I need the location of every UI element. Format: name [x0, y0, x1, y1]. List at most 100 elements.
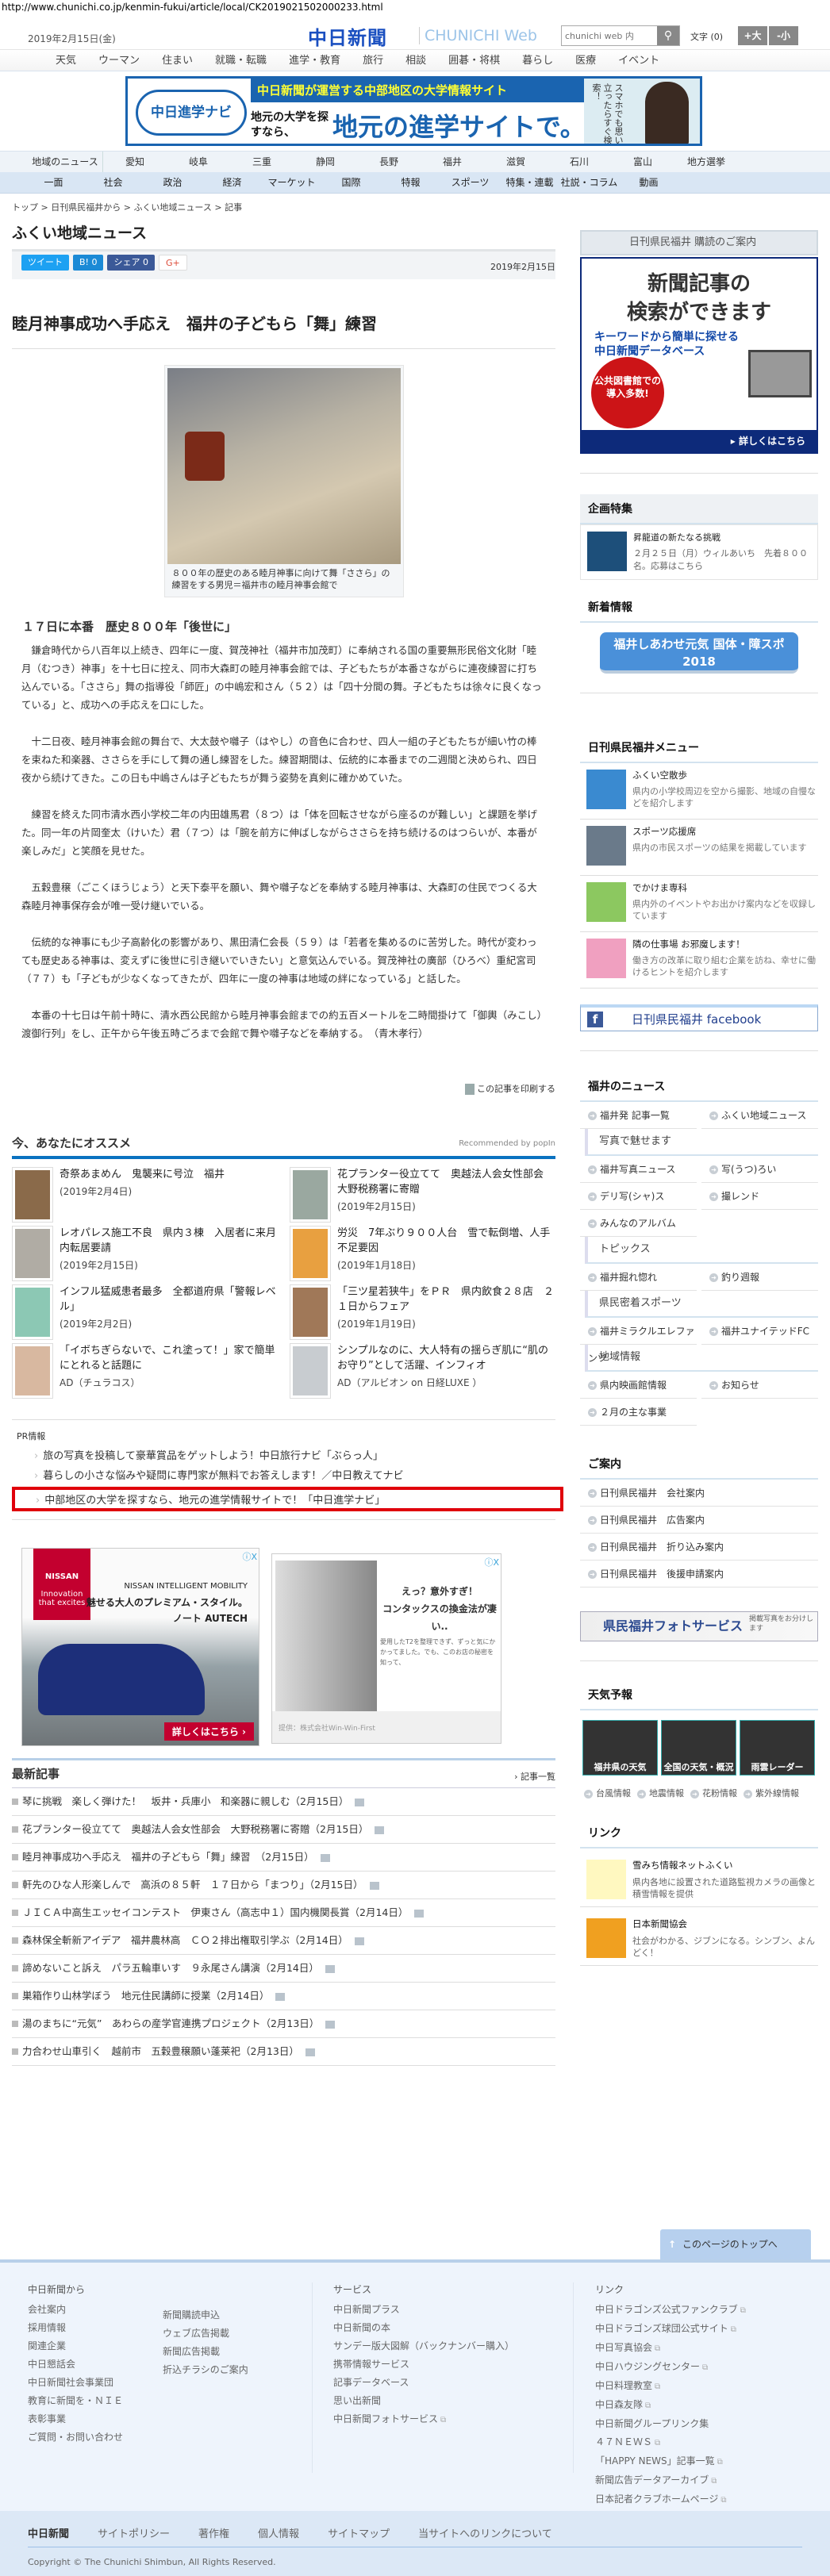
pr-item-highlighted[interactable]: 中部地区の大学を探すなら、地元の進学情報サイトで！「中日進学ナビ」 [12, 1487, 563, 1511]
side-link-title[interactable]: 日本新聞協会 [632, 1918, 818, 1930]
facebook-share-button[interactable]: シェア 0 [107, 255, 155, 271]
recommend-title[interactable]: 花プランター役立てて 奥越法人会女性部会 大野税務署に寄贈 [337, 1169, 554, 1196]
footer-link[interactable]: ウェブ広告掲載 [163, 2325, 248, 2343]
print-link[interactable]: この記事を印刷する [12, 1082, 555, 1095]
latest-article-row[interactable]: ＪＩＣＡ中高生エッセイコンテスト 伊東さん（高志中１）国内機関長賞（2月14日） [12, 1899, 555, 1927]
footer-link[interactable]: 中日料理教室 [595, 2377, 746, 2396]
latest-article-row[interactable]: 森林保全斬新アイデア 福井農林高 ＣＯ２排出権取引学ぶ（2月14日） [12, 1927, 555, 1955]
recommend-title[interactable]: 労災 7年ぶり９００人台 雪で転倒増、人手不足要因 [337, 1227, 550, 1254]
category-nav-item[interactable]: 国際 [321, 172, 381, 193]
footer-link[interactable]: 新聞広告掲載 [163, 2343, 248, 2361]
db-ad-more[interactable]: ▸ 詳しくはこちら [731, 430, 805, 452]
latest-article-row[interactable]: 花プランター役立てて 奥越法人会女性部会 大野税務署に寄贈（2月15日） [12, 1816, 555, 1844]
footer-link[interactable]: 新聞購読申込 [163, 2306, 248, 2325]
top-nav-item[interactable]: 進学・教育 [289, 50, 340, 71]
footer-link[interactable]: 中日新聞の本 [333, 2319, 514, 2337]
latest-article-title[interactable]: 湯のまちに“元気” あわらの産学官連携プロジェクト（2月13日） [22, 2017, 319, 2029]
menu-item[interactable]: 隣の仕事場 お邪魔します！ 働き方の改革に取り組む企業を訪ね、幸せに働けるヒントを… [580, 932, 818, 989]
menu-item[interactable]: スポーツ応援席 県内の市民スポーツの結果を掲載しています [580, 820, 818, 876]
kikaku-item[interactable]: 昇龍道の新たなる挑戦 ２月２５日（月）ウィルあいち 先着８００名。応募はこちら [580, 524, 818, 580]
region-nav-label[interactable]: 地域のニュース [0, 152, 103, 172]
menu-item-title[interactable]: でかけま専科 [632, 882, 818, 894]
menu-item[interactable]: でかけま専科 県内外のイベントやお出かけ案内などを収録しています [580, 876, 818, 932]
search-input[interactable] [562, 26, 657, 45]
side-link-item[interactable]: 雪みち情報ネットふくい 県内各地に設置された道路監視カメラの画像と積雪情報を提供 [580, 1849, 818, 1907]
top-nav-item[interactable]: 医療 [575, 50, 596, 71]
region-nav-item[interactable]: 岐阜 [167, 152, 230, 172]
weather-link[interactable]: 地震情報 [637, 1787, 684, 1799]
category-nav-item[interactable]: 特報 [381, 172, 440, 193]
latest-article-title[interactable]: 諦めないこと訴え パラ五輪車いす ９永尾さん講演（2月14日） [22, 1962, 319, 1974]
fukui-news-link[interactable]: ２月の主な事業 [580, 1399, 697, 1426]
nissan-cta-button[interactable]: 詳しくはこちら › [163, 1722, 254, 1741]
region-nav-item[interactable]: 福井 [421, 152, 484, 172]
font-smaller-button[interactable]: -小 [769, 26, 798, 45]
footer-link[interactable]: 折込チラシのご案内 [163, 2361, 248, 2379]
weather-tile[interactable]: 全国の天気・概況 [661, 1720, 736, 1776]
footer-bottom-link[interactable]: 個人情報 [258, 2525, 299, 2540]
footer-link[interactable]: 携帯情報サービス [333, 2355, 514, 2374]
pr-item[interactable]: 暮らしの小さな悩みや疑問に専門家が無料でお答えします！／中日教えてナビ [34, 1467, 555, 1482]
footer-bottom-link[interactable]: 著作権 [198, 2525, 229, 2540]
footer-bottom-link[interactable]: サイトマップ [328, 2525, 390, 2540]
top-nav-item[interactable]: 旅行 [363, 50, 383, 71]
footer-link[interactable]: 中日ハウジングセンター [595, 2358, 746, 2377]
contax-ad[interactable]: えっ？意外すぎ！ コンタックスの換金法が凄い.. 愛用したT2を整理できず、ずっと… [271, 1553, 501, 1744]
side-link-title[interactable]: 雪みち情報ネットふくい [632, 1860, 818, 1872]
category-nav-item[interactable]: 動画 [619, 172, 678, 193]
breadcrumb-item[interactable]: 日刊県民福井から [51, 202, 121, 213]
footer-link[interactable]: 中日新聞プラス [333, 2301, 514, 2319]
fukui-news-link[interactable]: デリ写(シャ)ス [580, 1183, 697, 1210]
recommend-item[interactable]: 「イボちぎらないで、これ塗って！」家で簡単にとれると話題に AD（チュラコス） [12, 1343, 278, 1402]
footer-link[interactable]: サンデー版大図解（バックナンバー購入） [333, 2337, 514, 2355]
latest-article-title[interactable]: 琴に挑戦 楽しく弾けた！ 坂井・兵庫小 和楽器に親しむ（2月15日） [22, 1795, 348, 1807]
shingaku-navi-banner[interactable]: 中日進学ナビ 中日新聞が運営する中部地区の大学情報サイト 地元の大学を探すなら、… [125, 76, 702, 146]
category-nav-item[interactable]: 経済 [202, 172, 262, 193]
latest-article-title[interactable]: 睦月神事成功へ手応え 福井の子どもら「舞」練習 （2月15日） [22, 1851, 314, 1863]
fukui-news-link[interactable]: 釣り週報 [701, 1264, 818, 1291]
region-nav-item[interactable]: 長野 [357, 152, 421, 172]
hatena-button[interactable]: B! 0 [73, 255, 104, 271]
footer-link[interactable]: ご質問・お問い合わせ [28, 2428, 123, 2447]
footer-bottom-link[interactable]: サイトポリシー [98, 2525, 170, 2540]
fukui-news-link[interactable]: 福井ユナイテッドFC [701, 1318, 818, 1345]
breadcrumb-item[interactable]: ふくい地域ニュース [133, 202, 211, 213]
latest-article-row[interactable]: 湯のまちに“元気” あわらの産学官連携プロジェクト（2月13日） [12, 2010, 555, 2038]
top-nav-item[interactable]: 住まい [162, 50, 193, 71]
category-nav-item[interactable]: マーケット [262, 172, 321, 193]
recommend-item[interactable]: シンプルなのに、大人特有の揺らぎ肌に“肌のお守り”として活躍、インフィオ AD（ア… [290, 1343, 555, 1402]
fukui-news-link[interactable]: お知らせ [701, 1372, 818, 1399]
footer-link[interactable]: 関連企業 [28, 2337, 123, 2355]
annai-link[interactable]: 日刊県民福井 会社案内 [580, 1480, 818, 1507]
pr-item[interactable]: 旅の写真を投稿して豪華賞品をゲットしよう！中日旅行ナビ「ぶらっ人」 [34, 1447, 555, 1462]
region-nav-item[interactable]: 三重 [230, 152, 294, 172]
top-nav-item[interactable]: 囲碁・将棋 [448, 50, 500, 71]
recommend-title[interactable]: 「三ツ星若狭牛」をＰＲ 県内飲食２８店 ２１日からフェア [337, 1286, 554, 1313]
recommend-title[interactable]: インフル猛威患者最多 全都道府県「警報レベル」 [60, 1286, 276, 1313]
category-nav-item[interactable]: 政治 [143, 172, 202, 193]
footer-link[interactable]: 「HAPPY NEWS」記事一覧 [595, 2452, 746, 2471]
latest-article-title[interactable]: 軒先のひな人形楽しんで 高浜の８５軒 １７日から「まつり」（2月15日） [22, 1879, 363, 1891]
breadcrumb-item[interactable]: トップ [12, 202, 38, 213]
weather-link[interactable]: 花粉情報 [690, 1787, 737, 1799]
menu-item[interactable]: ふくい空散歩 県内の小学校周辺を空から撮影、地域の自慢などを紹介します [580, 763, 818, 820]
latest-article-row[interactable]: 諦めないこと訴え パラ五輪車いす ９永尾さん講演（2月14日） [12, 1955, 555, 1983]
recommend-title[interactable]: 奇祭あまめん 鬼襲来に号泣 福井 [60, 1169, 225, 1181]
footer-link[interactable]: 採用情報 [28, 2319, 123, 2337]
recommended-by[interactable]: Recommended by popIn [459, 1139, 555, 1151]
footer-link[interactable]: 日本記者クラブホームページ [595, 2490, 746, 2509]
footer-link[interactable]: 中日森友隊 [595, 2396, 746, 2415]
region-nav-item[interactable]: 静岡 [294, 152, 357, 172]
weather-tile[interactable]: 雨雲レーダー [740, 1720, 815, 1776]
recommend-item[interactable]: インフル猛威患者最多 全都道府県「警報レベル」 (2019年2月2日) [12, 1284, 278, 1343]
top-nav-item[interactable]: 天気 [56, 50, 76, 71]
region-nav-item[interactable]: 滋賀 [484, 152, 548, 172]
fukui-news-link[interactable]: 福井ミラクルエレファンツ [580, 1318, 697, 1364]
recommend-item[interactable]: 労災 7年ぶり９００人台 雪で転倒増、人手不足要因 (2019年1月18日) [290, 1226, 555, 1284]
footer-link[interactable]: 中日ドラゴンズ球団公式サイト [595, 2320, 746, 2339]
latest-article-row[interactable]: 琴に挑戦 楽しく弾けた！ 坂井・兵庫小 和楽器に親しむ（2月15日） [12, 1788, 555, 1816]
latest-article-row[interactable]: 睦月神事成功へ手応え 福井の子どもら「舞」練習 （2月15日） [12, 1844, 555, 1872]
footer-link[interactable]: 思い出新聞 [333, 2392, 514, 2410]
article-photo-image[interactable] [167, 368, 401, 564]
footer-bottom-link[interactable]: 当サイトへのリンクについて [418, 2525, 552, 2540]
